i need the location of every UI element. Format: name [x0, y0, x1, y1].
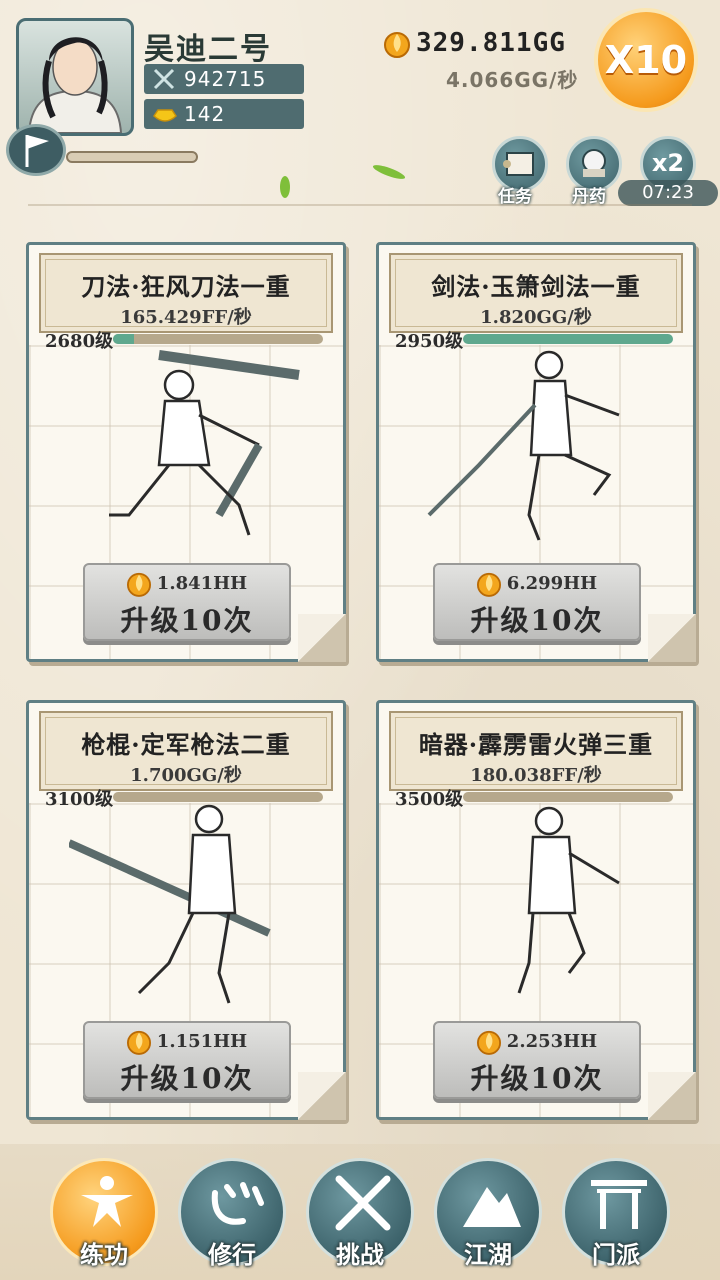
nav-sect-label: 门派 [592, 1241, 640, 1269]
player-name: 吴迪二号 [144, 32, 272, 67]
skill-name: 枪棍·定军枪法二重 [81, 730, 291, 759]
upgrade-button[interactable]: 6.299HH 升级10次 [433, 563, 641, 641]
page-curl [298, 1072, 346, 1120]
upgrade-cost: 1.151HH [156, 1030, 248, 1052]
skill-title-plaque: 枪棍·定军枪法二重 1.700GG/秒 [39, 711, 333, 791]
upgrade-cost: 2.253HH [506, 1030, 598, 1052]
nav-jianghu-label: 江湖 [464, 1241, 512, 1269]
upgrade-button[interactable]: 1.841HH 升级10次 [83, 563, 291, 641]
flag-icon [25, 135, 49, 167]
nav-cultivate[interactable]: 修行 [178, 1158, 286, 1269]
crossed-swords-icon [335, 1175, 391, 1231]
skill-level-bar [463, 334, 673, 344]
skill-rate: 165.429FF/秒 [120, 307, 252, 328]
skill-level-bar [113, 334, 323, 344]
upgrade-label: 升级10次 [120, 604, 254, 637]
page-curl [298, 614, 346, 662]
level-fill [113, 334, 134, 344]
skill-rate: 1.820GG/秒 [480, 307, 592, 328]
ingot-count-value: 142 [184, 102, 226, 126]
skill-title-plaque: 暗器·霹雳雷火弹三重 180.038FF/秒 [389, 711, 683, 791]
player-avatar[interactable] [16, 18, 134, 136]
skill-level-bar [113, 792, 323, 802]
staff-fighter-figure [69, 804, 271, 1004]
skill-card: 暗器·霹雳雷火弹三重 180.038FF/秒 3500级 2.253HH 升级1… [376, 700, 696, 1120]
flame-coin-icon [126, 572, 151, 597]
nav-challenge-label: 挑战 [336, 1241, 384, 1269]
boost-timer: 07:23 [618, 180, 718, 206]
flame-coin-icon [476, 1030, 501, 1055]
nav-cultivate-label: 修行 [208, 1241, 256, 1269]
upgrade-button[interactable]: 1.151HH 升级10次 [83, 1021, 291, 1099]
level-fill [463, 334, 673, 344]
divider [28, 204, 692, 206]
flag-button[interactable] [6, 124, 66, 176]
heart-glyph-icon [211, 1182, 264, 1225]
gold-rate: 4.066GG/秒 [446, 68, 579, 92]
upgrade-label: 升级10次 [470, 1062, 604, 1095]
nav-train-label: 练功 [80, 1241, 128, 1269]
upgrade-label: 升级10次 [120, 1062, 254, 1095]
mountain-icon [463, 1187, 521, 1227]
page-curl [648, 1072, 696, 1120]
flame-coin-icon [384, 32, 410, 58]
skill-name: 剑法·玉箫剑法一重 [431, 272, 641, 301]
nav-challenge[interactable]: 挑战 [306, 1158, 414, 1269]
gold-amount: 329.811GG [416, 28, 566, 58]
skill-card: 刀法·狂风刀法一重 165.429FF/秒 2680级 1.841HH 升级10… [26, 242, 346, 662]
cost-row: 6.299HH [435, 569, 639, 597]
cost-row: 1.841HH [85, 569, 289, 597]
skill-rate: 1.700GG/秒 [130, 765, 242, 786]
skill-title-plaque: 剑法·玉箫剑法一重 1.820GG/秒 [389, 253, 683, 333]
skill-card: 枪棍·定军枪法二重 1.700GG/秒 3100级 1.151HH 升级10次 [26, 700, 346, 1120]
ingot-count: 142 [144, 99, 304, 129]
leaf-decoration [280, 176, 290, 198]
upgrade-cost: 6.299HH [506, 572, 598, 594]
skill-title-plaque: 刀法·狂风刀法一重 165.429FF/秒 [39, 253, 333, 333]
gold-ingot-icon [152, 102, 178, 134]
cost-row: 1.151HH [85, 1027, 289, 1055]
skill-level-bar [463, 792, 673, 802]
martial-stance-icon [81, 1176, 133, 1227]
flame-coin-icon [476, 572, 501, 597]
nav-sect[interactable]: 门派 [562, 1158, 670, 1269]
skill-name: 刀法·狂风刀法一重 [81, 272, 291, 301]
combat-power-value: 942715 [184, 67, 267, 91]
combat-power: 942715 [144, 64, 304, 94]
skill-name: 暗器·霹雳雷火弹三重 [418, 730, 654, 759]
cost-row: 2.253HH [435, 1027, 639, 1055]
upgrade-button[interactable]: 2.253HH 升级10次 [433, 1021, 641, 1099]
page-curl [648, 614, 696, 662]
nav-train[interactable]: 练功 [50, 1158, 158, 1269]
sword-fighter-figure [427, 350, 620, 541]
upgrade-label: 升级10次 [470, 604, 604, 637]
flame-coin-icon [126, 1030, 151, 1055]
nav-jianghu[interactable]: 江湖 [434, 1158, 542, 1269]
gold-counter: 329.811GG [384, 26, 566, 60]
gate-icon [591, 1180, 647, 1229]
x10-boost-button[interactable]: X10 [594, 8, 698, 112]
flag-progress-bar [66, 151, 198, 163]
skill-rate: 180.038FF/秒 [470, 765, 602, 786]
crossed-swords-icon [152, 67, 176, 99]
skill-card: 剑法·玉箫剑法一重 1.820GG/秒 2950级 6.299HH 升级10次 [376, 242, 696, 662]
hidden-weapon-fighter-figure [517, 806, 620, 994]
upgrade-cost: 1.841HH [156, 572, 248, 594]
blade-fighter-figure [109, 350, 300, 536]
double-speed-label: x2 [651, 149, 685, 177]
